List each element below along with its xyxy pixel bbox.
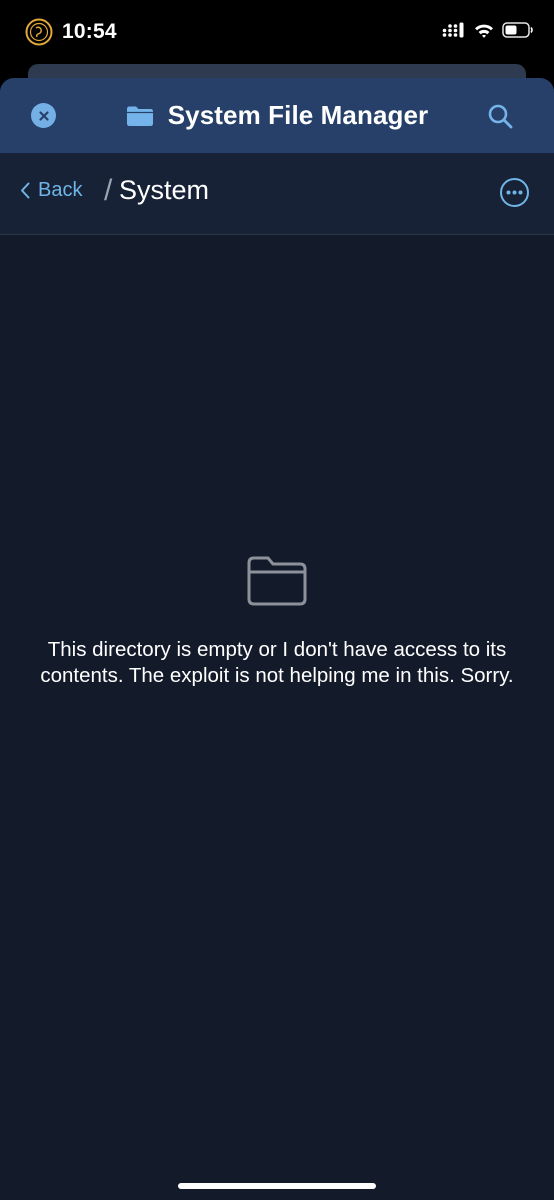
header-title-group: System File Manager bbox=[0, 78, 554, 153]
folder-icon bbox=[126, 106, 153, 126]
more-options-icon[interactable] bbox=[499, 177, 530, 208]
home-indicator[interactable] bbox=[178, 1183, 376, 1189]
folder-outline-icon bbox=[247, 556, 307, 606]
back-button[interactable]: Back bbox=[20, 179, 82, 202]
empty-state: This directory is empty or I don't have … bbox=[0, 555, 554, 689]
status-time: 10:54 bbox=[62, 20, 117, 43]
status-bar: 10:54 bbox=[0, 0, 554, 66]
chevron-left-icon bbox=[21, 182, 30, 199]
navigation-bar: Back / System bbox=[0, 153, 554, 235]
page-title: System File Manager bbox=[167, 100, 429, 130]
phone-screen: 10:54 System File Manager Back / System … bbox=[0, 0, 554, 1200]
search-icon[interactable] bbox=[486, 102, 514, 130]
sheet-header: System File Manager bbox=[0, 78, 554, 153]
path-separator: / bbox=[104, 174, 113, 207]
battery-icon bbox=[502, 22, 533, 38]
app-badge-icon bbox=[25, 18, 53, 46]
status-indicators bbox=[442, 22, 534, 38]
wifi-icon bbox=[475, 24, 493, 38]
back-label: Back bbox=[38, 179, 83, 201]
empty-message: This directory is empty or I don't have … bbox=[40, 638, 514, 687]
current-directory: System bbox=[119, 175, 210, 205]
cellular-signal-icon bbox=[442, 22, 464, 38]
